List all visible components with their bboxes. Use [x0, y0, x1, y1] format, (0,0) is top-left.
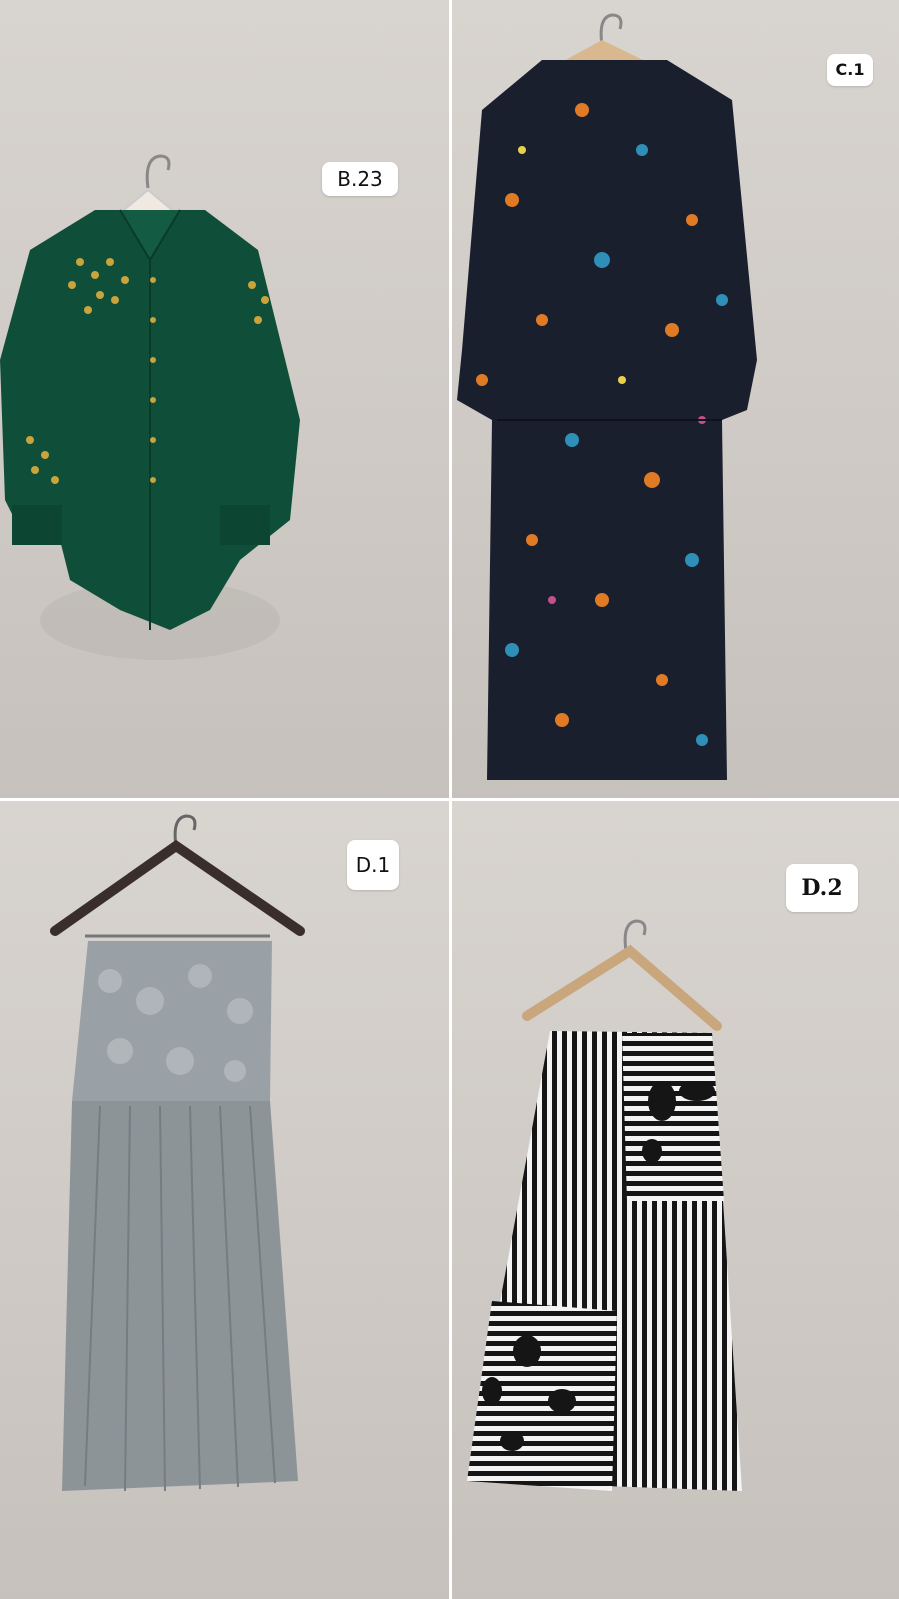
item-code-label: D.2 [786, 864, 858, 912]
item-code-label: D.1 [347, 840, 399, 890]
floral-dress-illustration [457, 13, 757, 780]
photo-floral-dress [452, 0, 899, 798]
grey-skirt-illustration [50, 814, 305, 1492]
photo-grey-lace-skirt [0, 801, 449, 1599]
item-code-label: C.1 [827, 54, 873, 86]
photo-green-shirt [0, 0, 449, 798]
green-shirt-illustration [0, 154, 300, 660]
item-code-label: B.23 [322, 162, 398, 196]
photo-striped-skirt [452, 801, 899, 1599]
photo-collage: B.23 C.1 D.1 D.2 [0, 0, 899, 1599]
striped-skirt-illustration [467, 919, 742, 1491]
